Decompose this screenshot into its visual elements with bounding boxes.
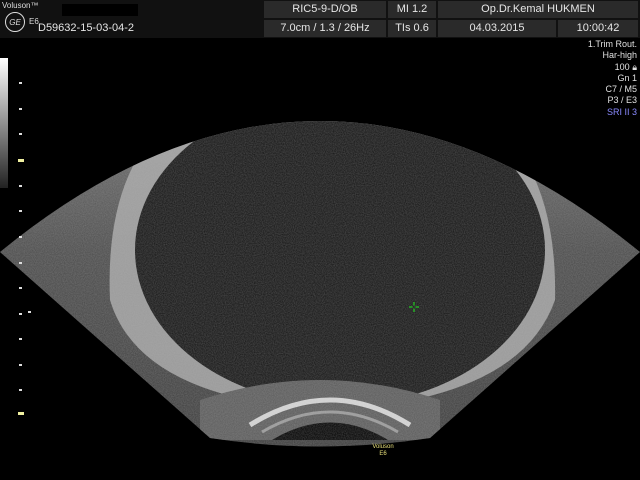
harmonic-label: Har-high [602, 50, 637, 61]
depth-tick [18, 412, 24, 415]
depth-scale [0, 58, 8, 418]
depth-tick [19, 389, 22, 391]
imaging-parameters: 1.Trim Rout. Har-high 100 🔒︎ Gn 1 C7 / M… [588, 39, 637, 118]
operator-name: Op.Dr.Kemal HUKMEN [438, 1, 638, 18]
redacted-patient-name [62, 4, 138, 16]
preset-label: 1.Trim Rout. [587, 39, 637, 49]
header-bar: Voluson™ GE E6 D59632-15-03-04-2 RIC5-9-… [0, 0, 640, 38]
ultrasound-image [0, 121, 640, 447]
depth-tick [19, 185, 22, 187]
focus-marker [28, 311, 31, 313]
depth-tick [19, 364, 22, 366]
depth-tick [19, 210, 22, 212]
cm-label: C7 / M5 [605, 84, 637, 95]
crosshair-cursor-icon[interactable] [409, 302, 419, 312]
power-label: 100 🔒︎ [614, 61, 637, 72]
depth-tick [19, 313, 22, 315]
depth-tick [18, 159, 24, 162]
brand-name: Voluson™ [2, 1, 39, 10]
depth-tick [19, 82, 22, 84]
depth-tick [19, 236, 22, 238]
depth-tick [19, 262, 22, 264]
footer-brand-line2: E6 [379, 451, 387, 457]
exam-date: 04.03.2015 [438, 20, 556, 37]
exam-time: 10:00:42 [558, 20, 638, 37]
footer-brand-line1: Voluson [372, 444, 394, 450]
gain-label: Gn 1 [617, 72, 637, 83]
tis-value: TIs 0.6 [388, 20, 436, 37]
mi-value: MI 1.2 [388, 1, 436, 18]
lock-icon: 🔒︎ [632, 61, 637, 72]
pe-label: P3 / E3 [607, 95, 637, 106]
depth-tick [19, 287, 22, 289]
sri-label: SRI II 3 [606, 106, 637, 117]
ge-logo-icon: GE [5, 12, 25, 32]
depth-tick [19, 108, 22, 110]
footer-brand: Voluson E6 [365, 444, 401, 458]
depth-info: 7.0cm / 1.3 / 26Hz [264, 20, 386, 37]
depth-tick [19, 133, 22, 135]
patient-id: D59632-15-03-04-2 [38, 22, 135, 34]
depth-tick [19, 338, 22, 340]
probe-info: RIC5-9-D/OB [264, 1, 386, 18]
